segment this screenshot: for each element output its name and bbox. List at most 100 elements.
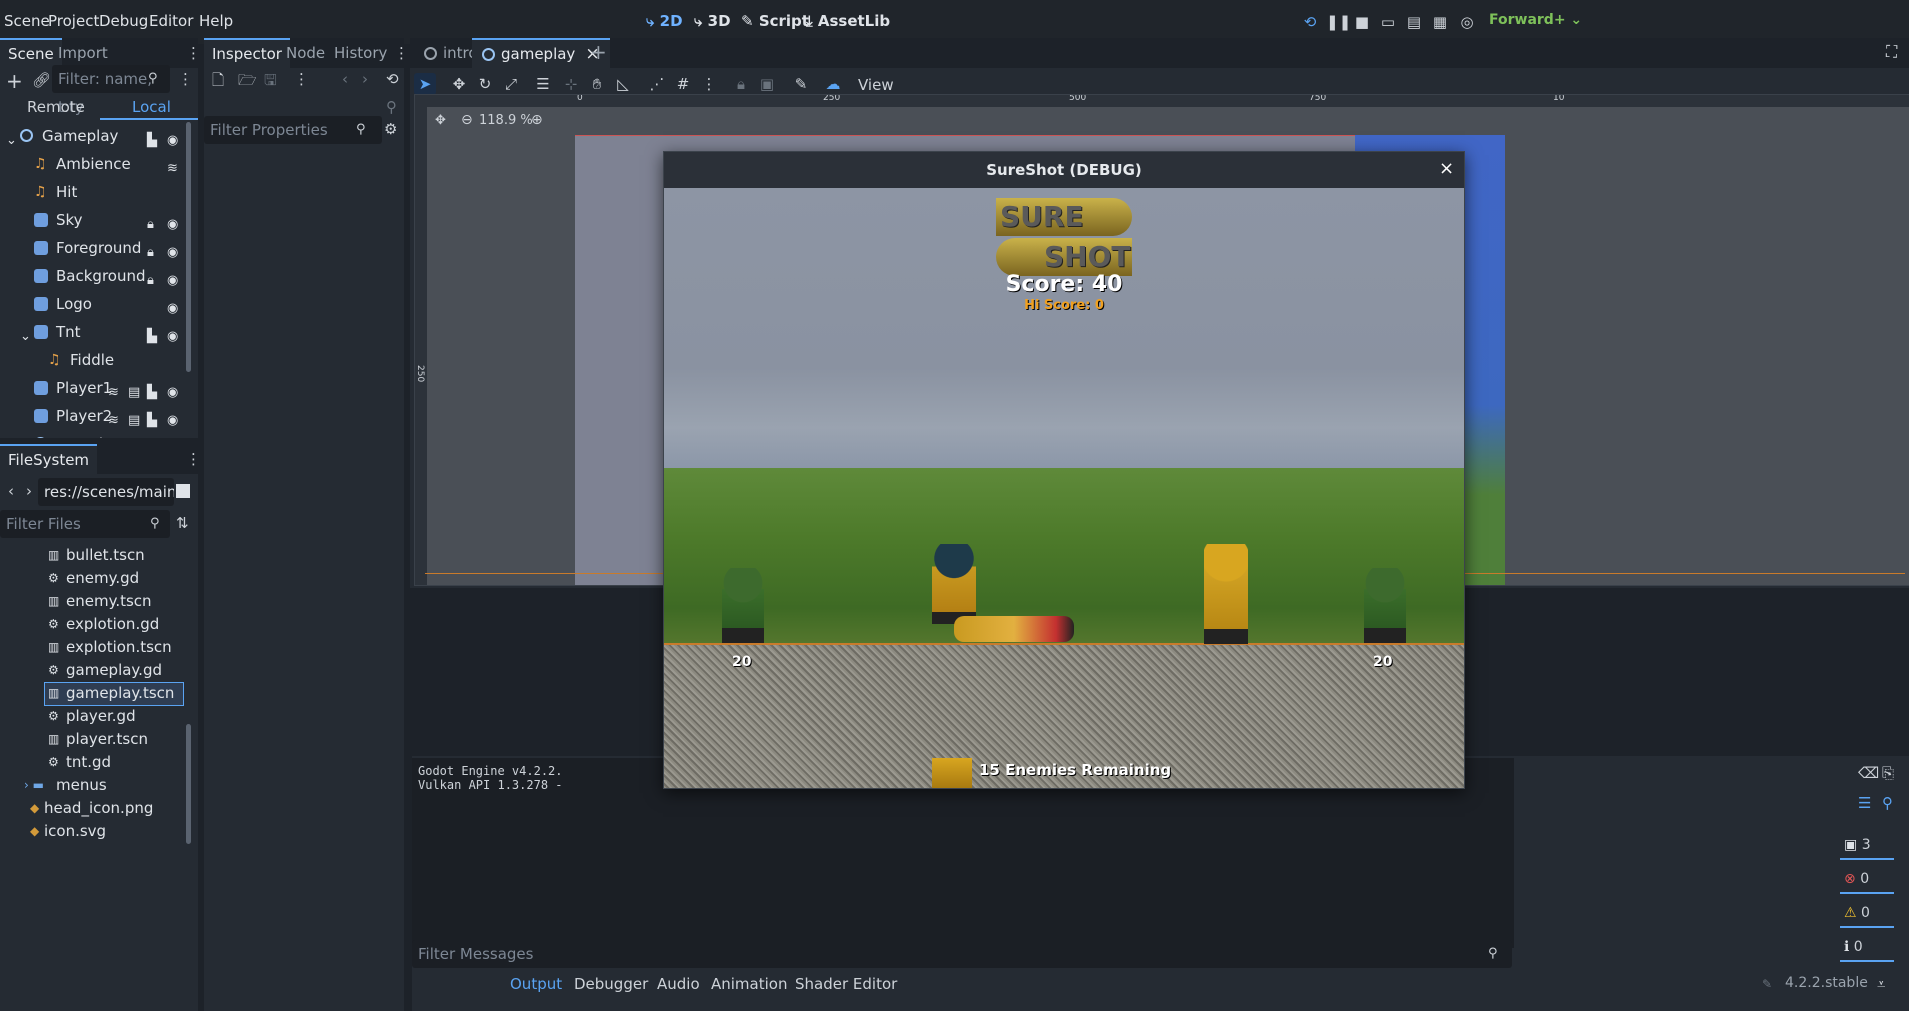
sort-icon[interactable]: ⇅ bbox=[176, 514, 189, 532]
link-icon[interactable]: 🔗︎ bbox=[32, 71, 51, 89]
toggle-bottom-panel-icon[interactable]: ⩡ bbox=[1877, 975, 1885, 993]
menu-scene[interactable]: Scene bbox=[4, 12, 50, 30]
menu-editor[interactable]: Editor bbox=[149, 12, 193, 30]
lock-icon[interactable]: 🔒︎ bbox=[730, 73, 752, 95]
file-item[interactable]: › ▬ menus bbox=[0, 774, 186, 797]
remote-debug-icon[interactable]: ▭ bbox=[1378, 12, 1398, 32]
snap-options-icon[interactable]: ⋮ bbox=[698, 73, 720, 95]
file-list-scrollbar[interactable] bbox=[186, 724, 191, 844]
play-custom-icon[interactable]: ▦ bbox=[1430, 12, 1450, 32]
file-item[interactable]: ⚙︎ explotion.gd bbox=[0, 613, 186, 636]
save-resource-icon[interactable]: 🖫︎ bbox=[264, 70, 277, 95]
workspace-2d-button[interactable]: ⤷ 2D bbox=[646, 12, 683, 30]
history-forward-icon[interactable]: › bbox=[362, 70, 368, 88]
history-back-icon[interactable]: ‹ bbox=[342, 70, 348, 88]
workspace-script-button[interactable]: ✎ Script bbox=[741, 12, 809, 30]
file-item[interactable]: ▥ player.tscn bbox=[0, 728, 186, 751]
workspace-assetlib-button[interactable]: ⤓ AssetLib bbox=[806, 12, 890, 30]
tab-history[interactable]: History bbox=[326, 38, 395, 68]
file-item[interactable]: ⚙︎ player.gd bbox=[0, 705, 186, 728]
menu-help[interactable]: Help bbox=[199, 12, 233, 30]
local-tab[interactable]: Local bbox=[132, 98, 171, 116]
scene-tree-item-background[interactable]: Background 🔒︎ ◉ bbox=[0, 262, 186, 290]
move-tool-icon[interactable]: ✥ bbox=[448, 73, 470, 95]
scene-tree-item-gameplay[interactable]: ⌄ Gameplay ▙ ◉ bbox=[0, 122, 186, 150]
file-item[interactable]: ▥ enemy.tscn bbox=[0, 590, 186, 613]
distraction-free-icon[interactable]: ⛶ bbox=[1886, 42, 1897, 62]
file-item[interactable]: ⚙︎ tnt.gd bbox=[0, 751, 186, 774]
scene-tree-item-foreground[interactable]: Foreground 🔒︎ ◉ bbox=[0, 234, 186, 262]
tab-filesystem[interactable]: FileSystem bbox=[0, 444, 98, 476]
tab-shader-editor[interactable]: Shader Editor bbox=[795, 975, 897, 993]
eye-icon[interactable]: ◉ bbox=[167, 435, 178, 438]
ruler-tool-icon[interactable]: ◺ bbox=[612, 73, 634, 95]
scene-tree-item-tnt[interactable]: ⌄ Tnt ▙ ◉ bbox=[0, 318, 186, 346]
file-item[interactable]: ⚙︎ gameplay.gd bbox=[0, 659, 186, 682]
new-resource-icon[interactable]: 🗋︎ bbox=[212, 70, 224, 95]
scene-tree-item-enemies[interactable]: Enemies ◉ bbox=[0, 430, 186, 438]
file-item[interactable]: ◆ icon.svg bbox=[0, 820, 186, 843]
smart-snap-icon[interactable]: ⋰ bbox=[646, 73, 668, 95]
object-history-icon[interactable]: ⟲ bbox=[386, 70, 399, 88]
add-scene-tab-icon[interactable]: + bbox=[590, 40, 607, 64]
inspector-menu-icon[interactable]: ⋮ bbox=[394, 44, 409, 62]
pan-tool-icon[interactable]: ✋︎ bbox=[586, 73, 608, 95]
filter-messages-input[interactable]: Filter Messages bbox=[412, 940, 1512, 968]
search-output-icon[interactable]: ⚲ bbox=[1882, 794, 1893, 812]
scene-tree-item-hit[interactable]: ♫ Hit bbox=[0, 178, 186, 206]
grid-snap-icon[interactable]: # bbox=[672, 73, 694, 95]
list-select-icon[interactable]: ☰ bbox=[532, 73, 554, 95]
tab-output[interactable]: Output bbox=[510, 975, 562, 993]
open-resource-icon[interactable]: 🗁︎ bbox=[238, 70, 257, 95]
path-field[interactable]: res://scenes/main_gam bbox=[38, 478, 174, 506]
file-item[interactable]: ▥ gameplay.tscn bbox=[0, 682, 186, 706]
file-item[interactable]: ◆ head_icon.png bbox=[0, 797, 186, 820]
renderer-select[interactable]: Forward+ ⌄ bbox=[1489, 12, 1582, 28]
scale-tool-icon[interactable]: ⤢ bbox=[500, 73, 522, 95]
tab-debugger[interactable]: Debugger bbox=[574, 975, 648, 993]
zoom-in-icon[interactable]: ⊕ bbox=[531, 112, 543, 128]
game-viewport[interactable]: SURE SHOT Score: 40 Hi Score: 0 20 20 15… bbox=[664, 188, 1464, 788]
pivot-tool-icon[interactable]: ⊹ bbox=[560, 73, 582, 95]
workspace-3d-button[interactable]: ⤷ 3D bbox=[694, 12, 731, 30]
back-icon[interactable]: ‹ bbox=[8, 482, 14, 500]
scene-tree-scrollbar[interactable] bbox=[186, 122, 191, 372]
view-menu[interactable]: View bbox=[858, 76, 894, 94]
resource-menu-icon[interactable]: ⋮ bbox=[294, 70, 309, 88]
select-tool-icon[interactable]: ➤ bbox=[414, 73, 436, 95]
skeleton-icon[interactable]: ✎ bbox=[790, 73, 812, 95]
remote-tab[interactable]: Remote bbox=[27, 98, 85, 116]
scene-tree-item-sky[interactable]: Sky 🔒︎ ◉ bbox=[0, 206, 186, 234]
filter-files-input[interactable]: Filter Files bbox=[0, 510, 170, 538]
scene-tree-item-player2[interactable]: Player2 ▙ ≋ ▤ ◉ bbox=[0, 402, 186, 430]
scene-tree-item-player1[interactable]: Player1 ▙ ≋ ▤ ◉ bbox=[0, 374, 186, 402]
scene-tree-item-logo[interactable]: Logo ◉ bbox=[0, 290, 186, 318]
collapse-icon[interactable]: ☰ bbox=[1858, 794, 1871, 812]
editor-messages-counter[interactable]: ℹ 0 bbox=[1840, 934, 1894, 962]
warnings-counter[interactable]: ⚠︎ 0 bbox=[1840, 900, 1894, 928]
scene-options-icon[interactable]: ⋮ bbox=[178, 70, 193, 88]
pause-icon[interactable]: ❚❚ bbox=[1326, 12, 1351, 32]
scene-tree-item-ambience[interactable]: ♫ Ambience ≋ bbox=[0, 150, 186, 178]
tab-import[interactable]: Import bbox=[50, 38, 116, 68]
clear-output-icon[interactable]: ⌫ bbox=[1858, 764, 1879, 782]
zoom-level[interactable]: 118.9 % bbox=[479, 113, 533, 128]
tab-audio[interactable]: Audio bbox=[657, 975, 700, 993]
close-window-icon[interactable]: × bbox=[1439, 158, 1454, 179]
menu-project[interactable]: Project bbox=[48, 12, 99, 30]
particles-icon[interactable]: ☁︎ bbox=[822, 73, 844, 95]
split-view-icon[interactable] bbox=[176, 484, 190, 498]
forward-icon[interactable]: › bbox=[26, 482, 32, 500]
file-item[interactable]: ▥ explotion.tscn bbox=[0, 636, 186, 659]
add-node-icon[interactable]: + bbox=[6, 69, 23, 93]
dock-menu-icon[interactable]: ⋮ bbox=[186, 44, 201, 62]
file-item[interactable]: ▥ bullet.tscn bbox=[0, 544, 186, 567]
fs-menu-icon[interactable]: ⋮ bbox=[186, 450, 198, 468]
play-scene-icon[interactable]: ▤ bbox=[1404, 12, 1424, 32]
movie-maker-icon[interactable]: ◎ bbox=[1457, 12, 1477, 32]
rotate-tool-icon[interactable]: ↻ bbox=[474, 73, 496, 95]
scene-tree-item-fiddle[interactable]: ♫ Fiddle bbox=[0, 346, 186, 374]
menu-debug[interactable]: Debug bbox=[99, 12, 148, 30]
stop-icon[interactable]: ■ bbox=[1352, 12, 1372, 32]
copy-output-icon[interactable]: ⎘ bbox=[1882, 764, 1894, 782]
